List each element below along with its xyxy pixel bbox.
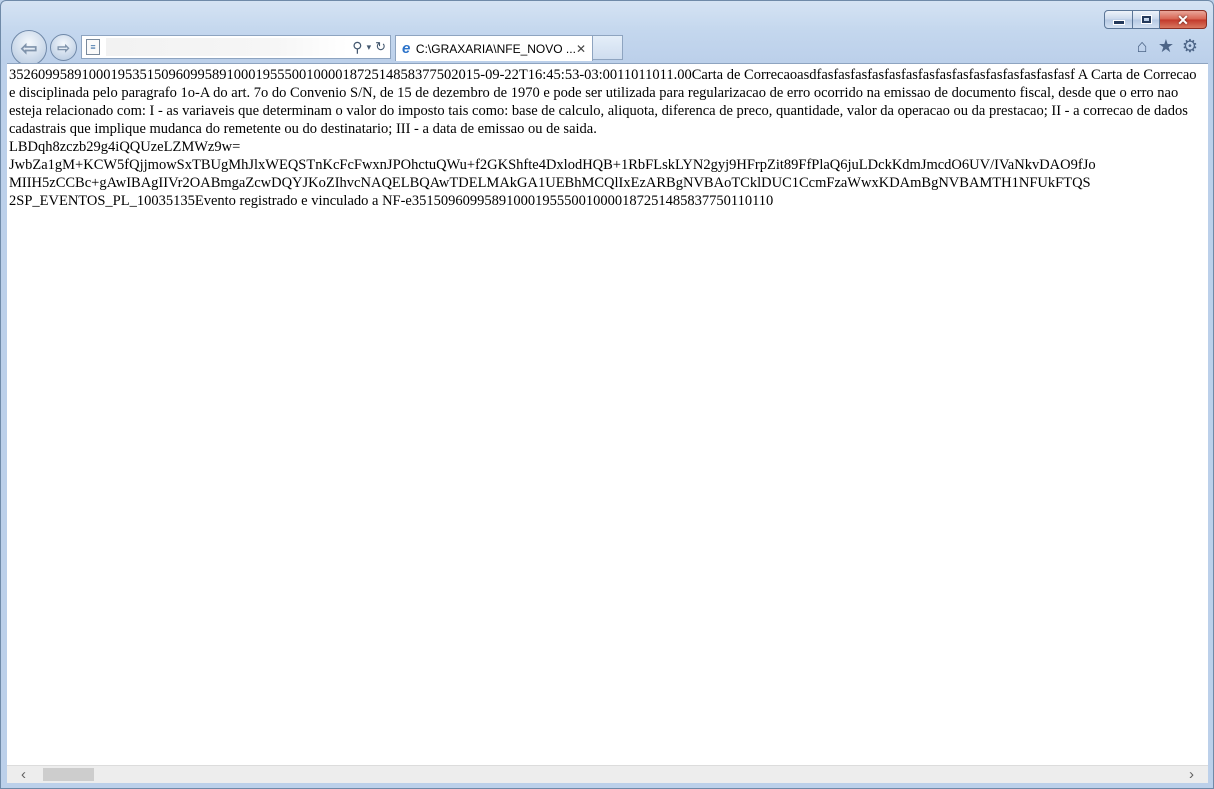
scroll-left-icon[interactable]: ‹: [21, 766, 26, 783]
toolbar-icons: ⌂ ★ ⚙: [1133, 36, 1199, 56]
forward-button[interactable]: ⇨: [50, 34, 77, 61]
scrollbar-thumb[interactable]: [43, 768, 94, 781]
digest-value: LBDqh8zczb29g4iQQUzeLZMWz9w=: [9, 139, 241, 155]
window-caption-buttons: ✕: [1104, 10, 1207, 29]
address-input[interactable]: [106, 38, 349, 56]
tab-title: C:\GRAXARIA\NFE_NOVO ...: [415, 41, 576, 56]
tab-active[interactable]: e C:\GRAXARIA\NFE_NOVO ... ✕: [395, 35, 593, 61]
address-bar: ≡ ⚲ ▾ ↻: [81, 35, 391, 59]
close-icon: ✕: [1177, 11, 1189, 28]
search-icon[interactable]: ⚲: [352, 39, 362, 56]
document-text: 3526099589100019535150960995891000195550…: [7, 64, 1208, 210]
maximize-button[interactable]: [1133, 10, 1160, 29]
minimize-icon: [1112, 20, 1125, 25]
horizontal-scrollbar[interactable]: ‹ ›: [7, 765, 1208, 783]
certificate-value: MIIH5zCCBc+gAwIBAgIIVr2OABmgaZcwDQYJKoZI…: [9, 175, 1091, 191]
home-icon[interactable]: ⌂: [1133, 36, 1151, 56]
event-status: 2SP_EVENTOS_PL_10035135Evento registrado…: [9, 193, 774, 209]
gear-icon[interactable]: ⚙: [1181, 36, 1199, 56]
signature-value: JwbZa1gM+KCW5fQjjmowSxTBUgMhJlxWEQSTnKcF…: [9, 157, 1096, 173]
scroll-right-icon[interactable]: ›: [1189, 766, 1194, 783]
close-tab-icon[interactable]: ✕: [576, 42, 586, 56]
minimize-button[interactable]: [1104, 10, 1133, 29]
favorites-icon[interactable]: ★: [1157, 36, 1175, 56]
browser-window: ✕ ⇦ ⇨ ≡ ⚲ ▾ ↻ e C:\GRAXARIA\NFE_NOVO ...…: [0, 0, 1214, 789]
new-tab-button[interactable]: [593, 35, 623, 60]
arrow-left-icon: ⇦: [20, 37, 38, 60]
page-content: 3526099589100019535150960995891000195550…: [7, 63, 1208, 765]
close-window-button[interactable]: ✕: [1160, 10, 1207, 29]
ie-icon: e: [402, 40, 411, 57]
maximize-icon: [1140, 15, 1152, 24]
page-icon: ≡: [86, 39, 100, 55]
refresh-icon[interactable]: ↻: [375, 39, 386, 55]
chevron-down-icon[interactable]: ▾: [367, 42, 372, 53]
back-button[interactable]: ⇦: [11, 30, 47, 66]
document-paragraph: 3526099589100019535150960995891000195550…: [9, 67, 1197, 137]
arrow-right-icon: ⇨: [57, 39, 70, 57]
